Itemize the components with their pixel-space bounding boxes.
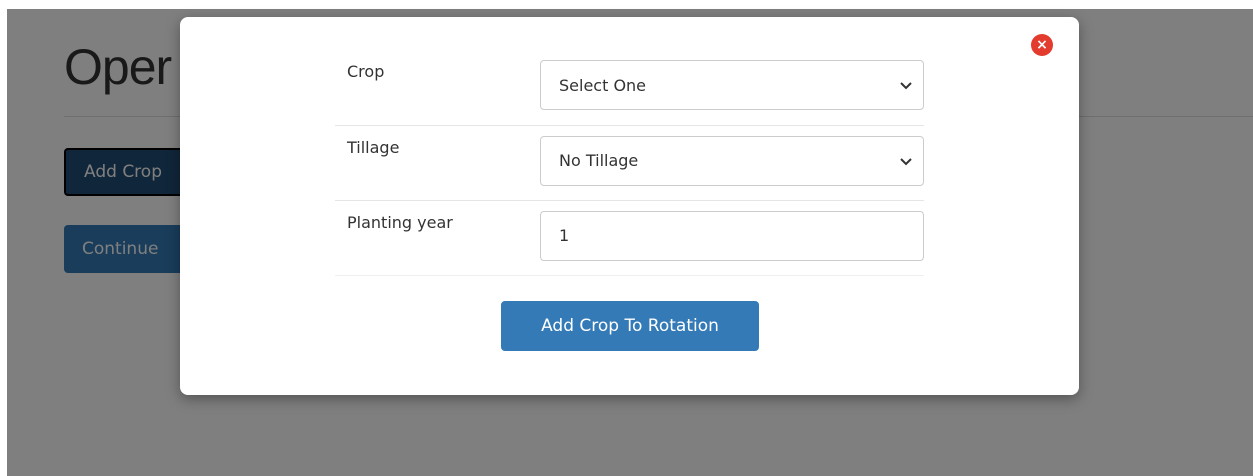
- tillage-row: Tillage No Tillage: [335, 125, 924, 200]
- planting-year-value: 1: [559, 226, 570, 245]
- add-crop-modal: × Crop Select One Tillage No Tillage Pla…: [180, 17, 1079, 395]
- tillage-select[interactable]: No Tillage: [540, 135, 924, 186]
- left-edge: [0, 0, 7, 476]
- crop-select-value: Select One: [559, 75, 647, 95]
- add-crop-to-rotation-button[interactable]: Add Crop To Rotation: [501, 301, 759, 351]
- planting-year-label: Planting year: [347, 212, 453, 232]
- planting-year-row: Planting year 1: [335, 200, 924, 275]
- crop-row: Crop Select One: [335, 50, 924, 125]
- close-icon[interactable]: ×: [1031, 34, 1053, 56]
- chevron-down-icon: [900, 82, 912, 90]
- chevron-down-icon: [900, 157, 912, 165]
- tillage-label: Tillage: [347, 137, 400, 157]
- crop-select[interactable]: Select One: [540, 60, 924, 110]
- tillage-select-value: No Tillage: [559, 151, 639, 170]
- planting-year-input[interactable]: 1: [540, 210, 924, 261]
- crop-form: Crop Select One Tillage No Tillage Plant…: [335, 50, 924, 276]
- crop-label: Crop: [347, 62, 385, 81]
- top-edge: [0, 0, 1253, 9]
